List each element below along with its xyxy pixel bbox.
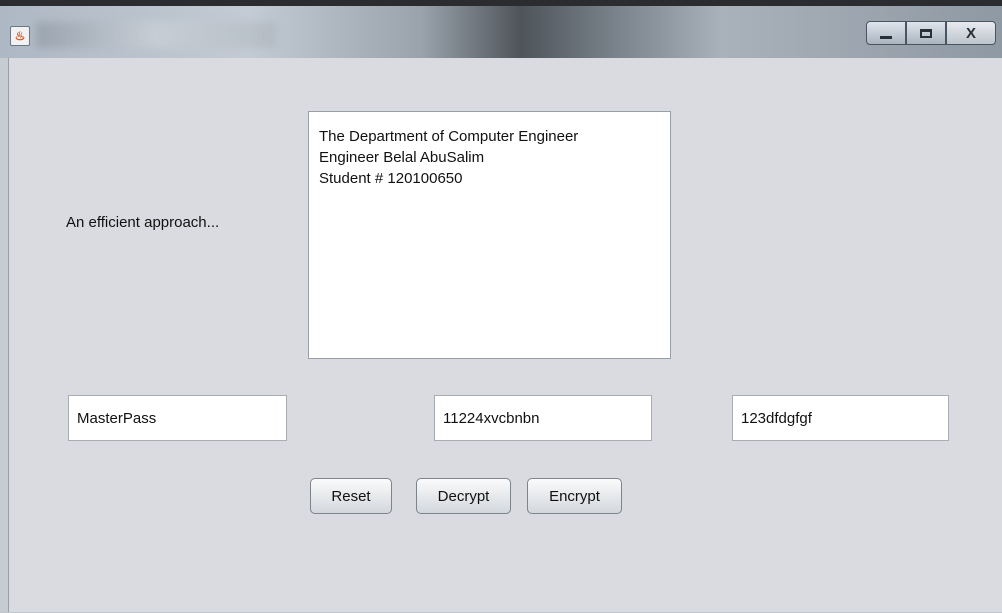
java-cup-glyph: ♨ — [14, 29, 26, 43]
title-bar-edge — [0, 0, 1002, 6]
approach-label: An efficient approach... — [66, 214, 220, 231]
window-controls: X — [866, 21, 996, 47]
minimize-button[interactable] — [866, 21, 906, 45]
close-button[interactable]: X — [946, 21, 996, 45]
title-bar[interactable]: ♨ X — [0, 0, 1002, 58]
password-field[interactable] — [68, 395, 287, 441]
input-text-field[interactable] — [434, 395, 652, 441]
blurred-window-title — [36, 22, 276, 48]
java-app-icon[interactable]: ♨ — [10, 26, 30, 46]
decrypt-button[interactable]: Decrypt — [416, 478, 511, 514]
minimize-icon — [880, 35, 892, 39]
encrypt-button[interactable]: Encrypt — [527, 478, 622, 514]
close-icon: X — [965, 24, 976, 42]
text-area-line: Engineer Belal AbuSalim — [319, 149, 485, 166]
output-text-field[interactable] — [732, 395, 949, 441]
window-left-border — [0, 58, 8, 613]
reset-button[interactable]: Reset — [310, 478, 392, 514]
info-text-area[interactable]: The Department of Computer Engineer Engi… — [308, 111, 671, 359]
maximize-icon — [920, 28, 932, 38]
text-area-line: The Department of Computer Engineer — [319, 128, 579, 145]
maximize-button[interactable] — [906, 21, 946, 45]
text-area-line: Student # 120100650 — [319, 170, 463, 187]
